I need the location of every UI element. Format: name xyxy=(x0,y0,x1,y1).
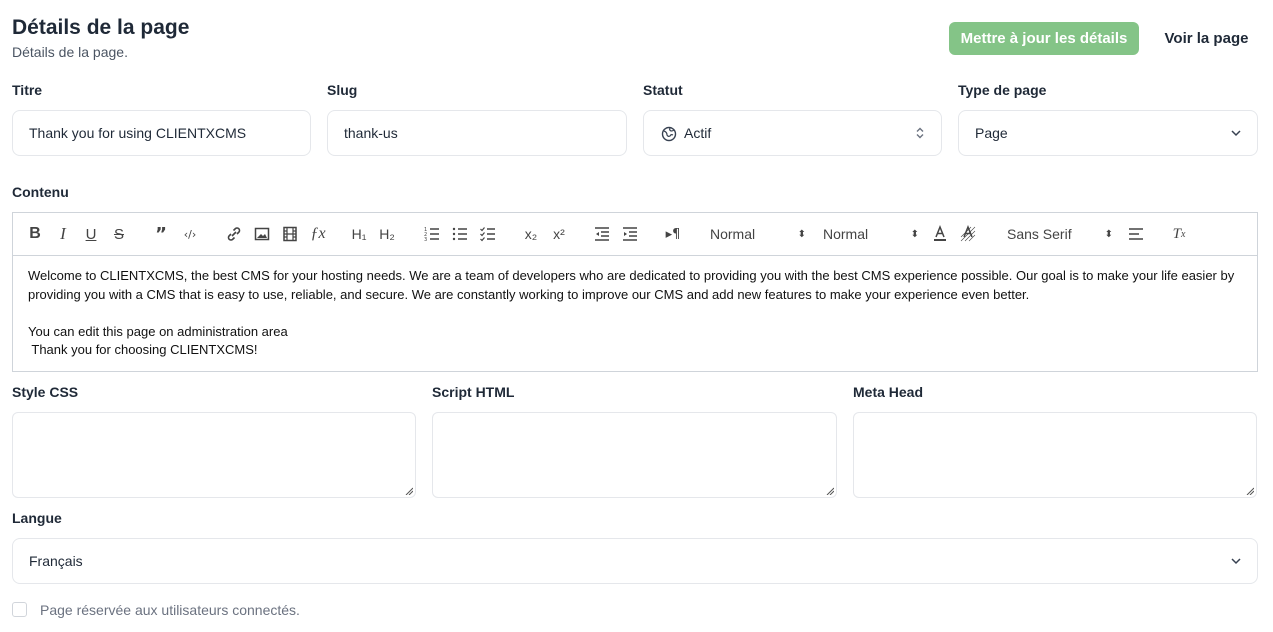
updown-icon: ⬍ xyxy=(910,228,919,240)
view-page-button[interactable]: Voir la page xyxy=(1155,22,1258,55)
formula-icon[interactable]: ƒx xyxy=(309,224,327,244)
underline-icon[interactable]: U xyxy=(83,224,99,244)
page-type-select[interactable]: Page xyxy=(958,110,1258,156)
page-title: Détails de la page xyxy=(12,16,190,39)
text-direction-icon[interactable]: ▸¶ xyxy=(663,224,683,244)
chevron-up-down-icon xyxy=(916,127,924,139)
content-label: Contenu xyxy=(12,184,69,200)
status-select-value: Actif xyxy=(684,125,712,141)
css-label: Style CSS xyxy=(12,384,79,400)
language-select-value: Français xyxy=(29,553,83,569)
slug-input-value: thank-us xyxy=(344,125,398,141)
script-textarea[interactable] xyxy=(432,412,837,498)
editor-content[interactable]: Welcome to CLIENTXCMS, the best CMS for … xyxy=(28,267,1242,360)
subscript-icon[interactable]: x₂ xyxy=(521,224,541,244)
page-type-select-value: Page xyxy=(975,125,1008,141)
logged-users-checkbox-label: Page réservée aux utilisateurs connectés… xyxy=(40,602,300,618)
script-label: Script HTML xyxy=(432,384,515,400)
content-paragraph xyxy=(28,304,1242,323)
slug-input[interactable]: thank-us xyxy=(327,110,627,156)
page-subtitle: Détails de la page. xyxy=(12,44,128,60)
update-details-button[interactable]: Mettre à jour les détails xyxy=(949,22,1139,55)
bold-icon[interactable]: B xyxy=(27,224,43,244)
image-icon[interactable] xyxy=(253,224,271,244)
title-label: Titre xyxy=(12,82,43,98)
updown-icon: ⬍ xyxy=(1104,228,1113,240)
ordered-list-icon[interactable]: 123 xyxy=(423,224,441,244)
language-select[interactable]: Français xyxy=(12,538,1258,584)
chevron-down-icon xyxy=(1231,558,1241,565)
outdent-icon[interactable] xyxy=(593,224,611,244)
status-label: Statut xyxy=(643,82,683,98)
superscript-icon[interactable]: x² xyxy=(549,224,569,244)
chevron-down-icon xyxy=(1231,130,1241,137)
header-select-value: Normal xyxy=(710,226,756,242)
font-select[interactable]: Sans Serif ⬍ xyxy=(1007,224,1117,244)
content-paragraph: You can edit this page on administration… xyxy=(28,323,288,339)
video-icon[interactable] xyxy=(281,224,299,244)
blockquote-icon[interactable]: ” xyxy=(153,224,169,245)
language-label: Langue xyxy=(12,510,62,526)
align-icon[interactable] xyxy=(1127,224,1145,244)
code-block-icon[interactable]: ‹/› xyxy=(181,224,199,244)
size-select[interactable]: Normal ⬍ xyxy=(823,224,923,244)
content-paragraph: Thank you for choosing CLIENTXCMS! xyxy=(28,342,258,357)
logged-users-checkbox[interactable] xyxy=(12,602,27,617)
rich-text-editor[interactable]: B I U S ” ‹/› ƒx H₁ H₂ 123 x₂ x² ▸¶ Norm… xyxy=(12,212,1258,372)
font-select-value: Sans Serif xyxy=(1007,226,1072,242)
clear-format-icon[interactable]: Tx xyxy=(1169,224,1189,244)
updown-icon: ⬍ xyxy=(797,228,806,240)
size-select-value: Normal xyxy=(823,226,869,242)
title-input[interactable]: Thank you for using CLIENTXCMS xyxy=(12,110,311,156)
background-color-icon[interactable] xyxy=(959,224,977,244)
bullet-list-icon[interactable] xyxy=(451,224,469,244)
header-select[interactable]: Normal ⬍ xyxy=(710,224,810,244)
css-textarea[interactable] xyxy=(12,412,416,498)
meta-label: Meta Head xyxy=(853,384,924,400)
check-list-icon[interactable] xyxy=(479,224,497,244)
status-select[interactable]: Actif xyxy=(643,110,942,156)
indent-icon[interactable] xyxy=(621,224,639,244)
resize-grip-icon[interactable] xyxy=(826,487,834,495)
header2-icon[interactable]: H₂ xyxy=(377,224,397,244)
resize-grip-icon[interactable] xyxy=(1246,487,1254,495)
italic-icon[interactable]: I xyxy=(55,224,71,244)
link-icon[interactable] xyxy=(225,224,243,244)
strike-icon[interactable]: S xyxy=(111,224,127,244)
resize-grip-icon[interactable] xyxy=(405,487,413,495)
title-input-value: Thank you for using CLIENTXCMS xyxy=(29,125,247,141)
header1-icon[interactable]: H₁ xyxy=(349,224,369,244)
slug-label: Slug xyxy=(327,82,358,98)
text-color-icon[interactable] xyxy=(931,224,949,244)
globe-icon xyxy=(661,126,677,142)
page-type-label: Type de page xyxy=(958,82,1047,98)
svg-text:3: 3 xyxy=(424,237,427,243)
editor-toolbar: B I U S ” ‹/› ƒx H₁ H₂ 123 x₂ x² ▸¶ Norm… xyxy=(13,213,1257,256)
content-paragraph: Welcome to CLIENTXCMS, the best CMS for … xyxy=(28,268,1235,302)
meta-textarea[interactable] xyxy=(853,412,1257,498)
